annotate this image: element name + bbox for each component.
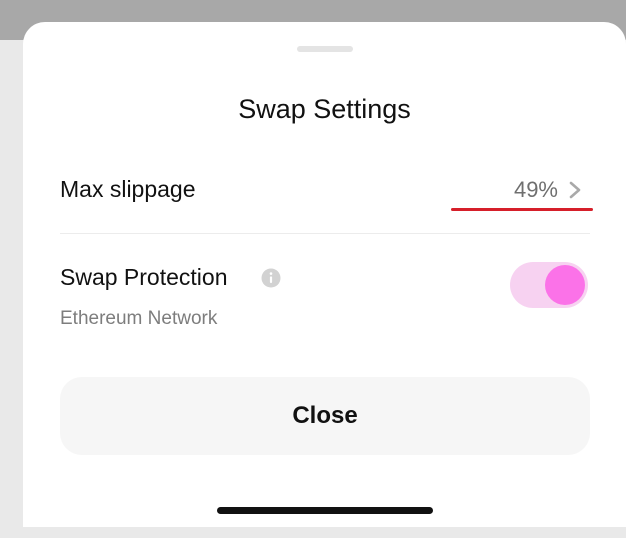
sheet-title: Swap Settings <box>238 94 411 124</box>
swap-protection-label: Swap Protection <box>60 264 228 290</box>
chevron-right-icon <box>569 181 581 199</box>
close-button[interactable]: Close <box>60 377 590 455</box>
swap-settings-sheet: Swap Settings Max slippage 49% Swap Prot… <box>23 22 626 527</box>
swap-protection-toggle[interactable] <box>510 262 588 308</box>
max-slippage-row[interactable]: Max slippage 49% <box>23 162 626 218</box>
home-indicator <box>217 507 433 514</box>
divider <box>60 233 590 234</box>
info-icon[interactable] <box>261 268 281 288</box>
toggle-knob <box>545 265 585 305</box>
max-slippage-label: Max slippage <box>60 176 196 202</box>
red-underline-annotation <box>451 208 593 211</box>
drag-handle[interactable] <box>297 46 353 52</box>
swap-protection-row: Swap Protection Ethereum Network <box>23 254 626 334</box>
network-label: Ethereum Network <box>60 308 218 329</box>
max-slippage-value: 49% <box>513 177 558 202</box>
